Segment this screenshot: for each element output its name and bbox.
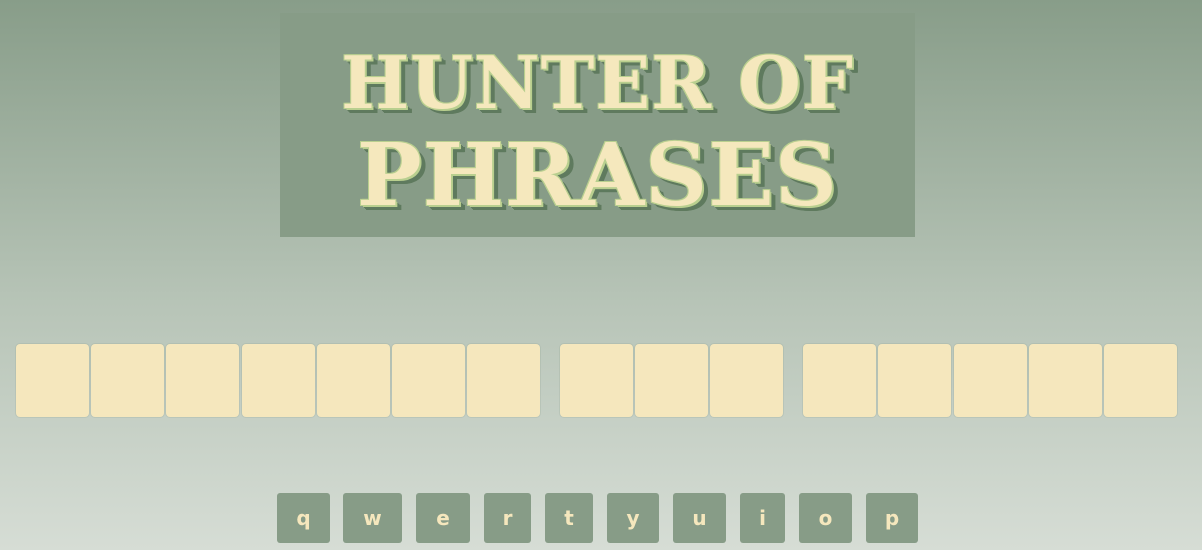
key-p[interactable]: p xyxy=(866,493,918,543)
keyboard-row-1: q w e r t y u i o p xyxy=(277,493,927,543)
letter-tile xyxy=(166,344,239,417)
letter-tile xyxy=(16,344,89,417)
key-y[interactable]: y xyxy=(607,493,659,543)
title-line-1: HUNTER OF xyxy=(341,40,854,125)
letter-tile xyxy=(878,344,951,417)
phrase-board xyxy=(16,344,1186,417)
letter-tile xyxy=(954,344,1027,417)
letter-tile xyxy=(710,344,783,417)
key-e[interactable]: e xyxy=(416,493,470,543)
letter-tile xyxy=(635,344,708,417)
letter-tile xyxy=(1104,344,1177,417)
title-line-2: PHRASES xyxy=(357,125,838,226)
key-i[interactable]: i xyxy=(740,493,785,543)
key-u[interactable]: u xyxy=(673,493,726,543)
key-q[interactable]: q xyxy=(277,493,330,543)
key-w[interactable]: w xyxy=(343,493,402,543)
letter-tile xyxy=(467,344,540,417)
letter-tile xyxy=(392,344,465,417)
letter-tile xyxy=(242,344,315,417)
letter-tile xyxy=(91,344,164,417)
key-r[interactable]: r xyxy=(484,493,531,543)
letter-tile xyxy=(803,344,876,417)
letter-tile xyxy=(317,344,390,417)
letter-tile xyxy=(560,344,633,417)
letter-tile xyxy=(1029,344,1102,417)
key-t[interactable]: t xyxy=(545,493,593,543)
game-logo: HUNTER OF PHRASES xyxy=(280,13,915,237)
key-o[interactable]: o xyxy=(799,493,852,543)
